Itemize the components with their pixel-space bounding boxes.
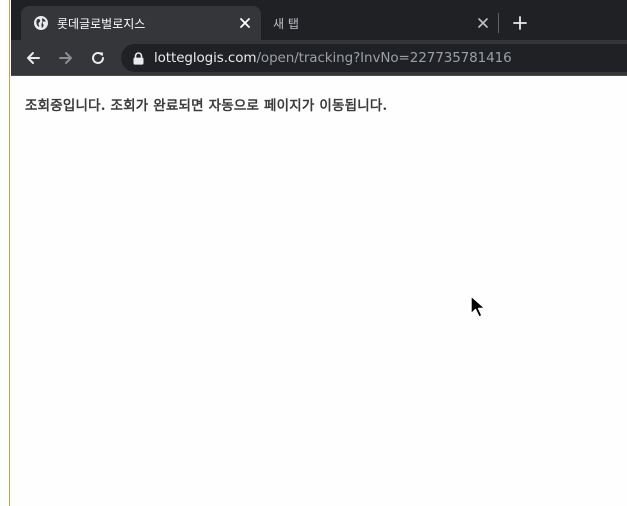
screen: 롯데글로벌로지스 새 탭 lotteglogis.com/open/tracki…	[0, 0, 627, 506]
tab-close-icon[interactable]	[237, 15, 253, 31]
left-window-edge	[0, 0, 10, 506]
tab-separator	[498, 13, 499, 33]
url-host: lotteglogis.com	[154, 50, 257, 66]
lock-icon[interactable]	[131, 51, 145, 65]
page-content: 조회중입니다. 조회가 완료되면 자동으로 페이지가 이동됩니다.	[11, 76, 627, 506]
url-path: /open/tracking?InvNo=227735781416	[256, 50, 512, 66]
toolbar: lotteglogis.com/open/tracking?InvNo=2277…	[11, 40, 627, 76]
tab-lotteglogis[interactable]: 롯데글로벌로지스	[21, 6, 261, 40]
tab-title: 새 탭	[273, 16, 299, 31]
tab-close-icon[interactable]	[475, 15, 491, 31]
globe-icon	[33, 15, 49, 31]
tab-strip: 롯데글로벌로지스 새 탭	[11, 0, 627, 40]
new-tab-plus-icon[interactable]	[508, 11, 532, 35]
forward-arrow-icon[interactable]	[54, 46, 78, 70]
back-arrow-icon[interactable]	[21, 46, 45, 70]
tab-title: 롯데글로벌로지스	[57, 16, 146, 31]
loading-message: 조회중입니다. 조회가 완료되면 자동으로 페이지가 이동됩니다.	[25, 98, 388, 114]
address-bar[interactable]: lotteglogis.com/open/tracking?InvNo=2277…	[121, 44, 627, 72]
url-text[interactable]: lotteglogis.com/open/tracking?InvNo=2277…	[154, 50, 512, 66]
tab-new-tab[interactable]: 새 탭	[261, 6, 499, 40]
reload-icon[interactable]	[86, 46, 110, 70]
browser-window: 롯데글로벌로지스 새 탭 lotteglogis.com/open/tracki…	[11, 0, 627, 506]
mouse-pointer-icon	[470, 295, 486, 318]
